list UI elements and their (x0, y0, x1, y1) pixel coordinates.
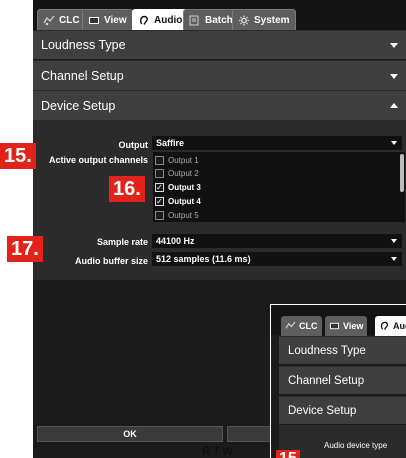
tab-label: Aud (393, 321, 406, 331)
audio-buffer-size-label: Audio buffer size (74, 256, 148, 266)
output-label: Output (118, 140, 149, 150)
checkbox-checked[interactable]: ✓ (155, 183, 164, 192)
inset-tab-bar: CLC View Aud (271, 305, 406, 336)
buffer-value: 512 samples (11.6 ms) (156, 254, 251, 264)
inset-screenshot: CLC View Aud Loudness Type Channel Setup… (270, 304, 406, 458)
tab-label: CLC (59, 14, 80, 26)
section-channel-setup[interactable]: Channel Setup (33, 60, 406, 90)
channel-item[interactable]: ✓ Output 4 (155, 196, 395, 207)
output-channel-list[interactable]: Output 1 Output 2 ✓ Output 3 ✓ Output 4 … (153, 152, 405, 222)
tab-bar: CLC View Audio Batch System (33, 0, 406, 30)
scrollbar[interactable] (400, 154, 404, 192)
channel-label: Output 1 (168, 156, 199, 165)
inset-section-loudness[interactable]: Loudness Type (279, 336, 406, 364)
inset-section-device[interactable]: Device Setup (279, 396, 406, 424)
tab-clc[interactable]: CLC (37, 9, 86, 30)
tab-view[interactable]: View (82, 9, 133, 30)
callout-badge-17: 17. (7, 236, 43, 262)
checkbox[interactable] (155, 156, 164, 165)
tab-label: View (104, 14, 127, 26)
section-title: Channel Setup (41, 68, 124, 83)
chevron-down-icon (391, 141, 397, 145)
clc-icon (285, 321, 296, 329)
chevron-down-icon (390, 43, 398, 48)
sample-rate-label: Sample rate (96, 237, 148, 247)
channel-item[interactable]: Output 1 (155, 155, 395, 166)
inset-section-channel[interactable]: Channel Setup (279, 366, 406, 394)
tab-batch[interactable]: Batch (183, 9, 239, 30)
channel-label: Output 2 (168, 169, 199, 178)
clc-icon (43, 15, 55, 25)
ear-icon (139, 15, 148, 25)
view-icon (329, 322, 340, 330)
checkbox[interactable] (155, 169, 164, 178)
tab-system[interactable]: System (232, 9, 296, 30)
section-device-setup[interactable]: Device Setup (33, 90, 406, 120)
tab-label: Batch (205, 14, 233, 26)
chevron-down-icon (391, 257, 397, 261)
tab-label: CLC (299, 321, 318, 331)
sample-rate-dropdown[interactable]: 44100 Hz (152, 234, 402, 248)
channel-label: Output 5 (168, 211, 199, 220)
ear-icon (380, 321, 389, 330)
active-output-channels-label: Active output channels (48, 155, 148, 165)
section-title: Loudness Type (41, 38, 126, 52)
chevron-up-icon (390, 102, 398, 108)
audio-buffer-size-dropdown[interactable]: 512 samples (11.6 ms) (152, 252, 402, 266)
callout-badge-15-inset: 15 (276, 450, 300, 458)
rtw-logo: RTW (202, 444, 236, 458)
tab-label: Audio (154, 14, 183, 26)
output-dropdown[interactable]: Saffire (152, 136, 402, 150)
channel-item[interactable]: Output 2 (155, 168, 395, 179)
sample-rate-value: 44100 Hz (156, 236, 195, 246)
channel-label: Output 3 (168, 183, 201, 192)
batch-icon (189, 15, 199, 25)
channel-label: Output 4 (168, 197, 201, 206)
channel-item[interactable]: ✓ Output 3 (155, 182, 395, 193)
inset-tab-audio[interactable]: Aud (375, 316, 406, 336)
callout-badge-16: 16. (109, 176, 145, 202)
audio-device-type-label: Audio device type (324, 441, 388, 450)
section-loudness-type[interactable]: Loudness Type (33, 30, 406, 59)
chevron-down-icon (391, 239, 397, 243)
view-icon (89, 16, 99, 24)
checkbox-checked[interactable]: ✓ (155, 197, 164, 206)
gear-icon (239, 15, 249, 25)
checkbox[interactable] (155, 211, 164, 220)
ok-button[interactable]: OK (37, 426, 223, 442)
section-title: Device Setup (41, 98, 116, 113)
tab-audio[interactable]: Audio (132, 9, 189, 30)
output-value: Saffire (156, 138, 185, 148)
inset-tab-clc[interactable]: CLC (281, 316, 322, 336)
callout-badge-15: 15. (0, 143, 36, 169)
channel-item[interactable]: Output 5 (155, 210, 395, 221)
tab-label: View (343, 321, 364, 331)
tab-label: System (254, 14, 290, 26)
chevron-down-icon (390, 73, 398, 79)
inset-tab-view[interactable]: View (325, 316, 368, 336)
